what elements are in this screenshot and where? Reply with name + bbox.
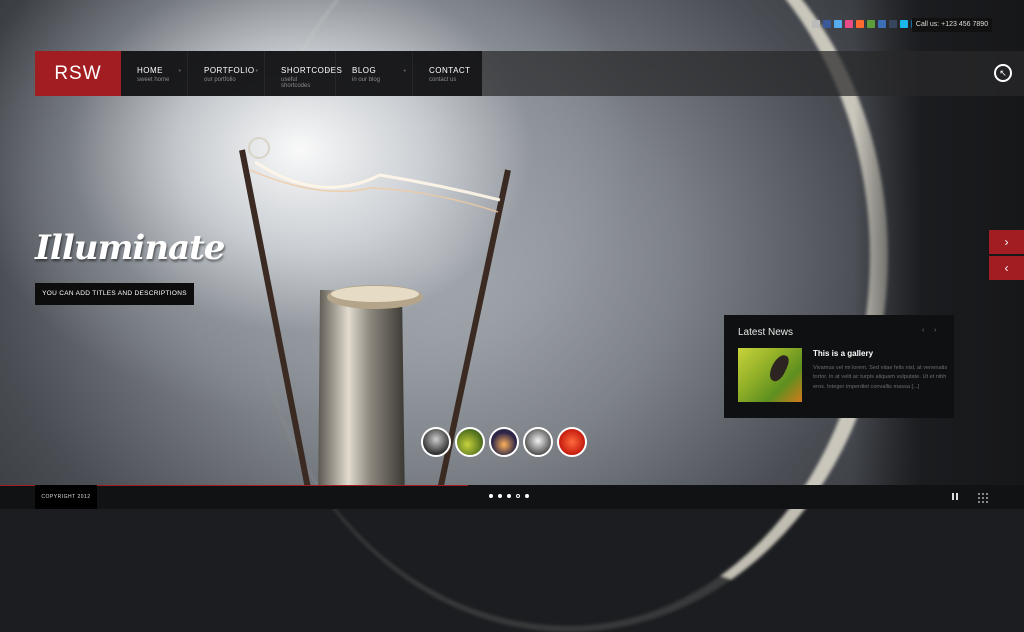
- slide-thumbnail-5[interactable]: [557, 427, 587, 457]
- news-item-title[interactable]: This is a gallery: [813, 349, 873, 358]
- copyright: COPYRIGHT 2012: [35, 485, 97, 509]
- pagination-dot[interactable]: [498, 494, 502, 498]
- dropdown-dot-icon: •: [255, 68, 258, 75]
- dribbble-icon[interactable]: [845, 20, 853, 28]
- menu-item-title: SHORTCODES: [281, 66, 343, 75]
- footer-bar: COPYRIGHT 2012: [0, 485, 1024, 509]
- menu-item-portfolio[interactable]: PORTFOLIO our portfolio •: [188, 51, 265, 96]
- menu-item-blog[interactable]: BLOG in our blog •: [336, 51, 413, 96]
- prev-slide-button[interactable]: ‹: [989, 256, 1024, 280]
- pagination-dot[interactable]: [507, 494, 511, 498]
- news-heading: Latest News: [738, 327, 794, 338]
- slide-thumbnail-3[interactable]: [489, 427, 519, 457]
- slide-thumbnails: [421, 427, 587, 457]
- fullscreen-toggle-icon[interactable]: ↖: [994, 64, 1012, 82]
- twitter-icon[interactable]: [834, 20, 842, 28]
- menu: HOME sweet home • PORTFOLIO our portfoli…: [121, 51, 482, 96]
- dropdown-dot-icon: •: [403, 68, 406, 75]
- add-icon[interactable]: [812, 20, 820, 28]
- pagination-dot[interactable]: [489, 494, 493, 498]
- news-next-icon[interactable]: ›: [934, 327, 936, 334]
- slide-thumbnail-2[interactable]: [455, 427, 485, 457]
- flickr-icon[interactable]: [856, 20, 864, 28]
- myspace-icon[interactable]: [878, 20, 886, 28]
- menu-item-subtitle: sweet home: [137, 77, 170, 83]
- menu-item-title: CONTACT: [429, 66, 471, 75]
- menu-item-contact[interactable]: CONTACT contact us: [413, 51, 482, 96]
- contact-phone: Call us: +123 456 7890: [912, 18, 992, 32]
- butterfly-image: [766, 352, 792, 384]
- slide-thumbnail-1[interactable]: [421, 427, 451, 457]
- vimeo-icon[interactable]: [900, 20, 908, 28]
- menu-item-subtitle: our portfolio: [204, 77, 236, 83]
- lastfm-icon[interactable]: [867, 20, 875, 28]
- site-logo[interactable]: RSW: [35, 51, 121, 96]
- dropdown-dot-icon: •: [326, 68, 329, 75]
- pause-icon[interactable]: [952, 493, 958, 500]
- menu-item-title: HOME: [137, 66, 163, 75]
- menu-item-subtitle: in our blog: [352, 77, 381, 83]
- pagination-dot-active[interactable]: [516, 494, 520, 498]
- slide-thumbnail-4[interactable]: [523, 427, 553, 457]
- slide-description: YOU CAN ADD TITLES AND DESCRIPTIONS: [35, 283, 194, 305]
- slide-pagination: [489, 494, 529, 498]
- menu-item-shortcodes[interactable]: SHORTCODES useful shortcodes •: [265, 51, 343, 96]
- social-icons-bar: [812, 20, 919, 28]
- tumblr-icon[interactable]: [889, 20, 897, 28]
- menu-item-title: BLOG: [352, 66, 377, 75]
- menu-item-subtitle: useful shortcodes: [281, 77, 311, 89]
- menu-item-title: PORTFOLIO: [204, 66, 255, 75]
- news-item-excerpt: Vivamus vel mi lorem. Sed vitae felis ni…: [813, 365, 948, 390]
- next-slide-button[interactable]: ›: [989, 230, 1024, 254]
- facebook-icon[interactable]: [823, 20, 831, 28]
- slide-title: Illuminate: [35, 228, 225, 268]
- menu-item-subtitle: contact us: [429, 77, 457, 83]
- pagination-dot[interactable]: [525, 494, 529, 498]
- grid-icon[interactable]: [977, 492, 989, 504]
- latest-news-widget: Latest News ‹ › This is a gallery Vivamu…: [724, 315, 954, 418]
- dropdown-dot-icon: •: [178, 68, 181, 75]
- main-navigation: RSW HOME sweet home • PORTFOLIO our port…: [35, 51, 1024, 96]
- menu-item-home[interactable]: HOME sweet home •: [121, 51, 188, 96]
- news-thumbnail[interactable]: [738, 348, 802, 402]
- news-prev-icon[interactable]: ‹: [922, 327, 924, 334]
